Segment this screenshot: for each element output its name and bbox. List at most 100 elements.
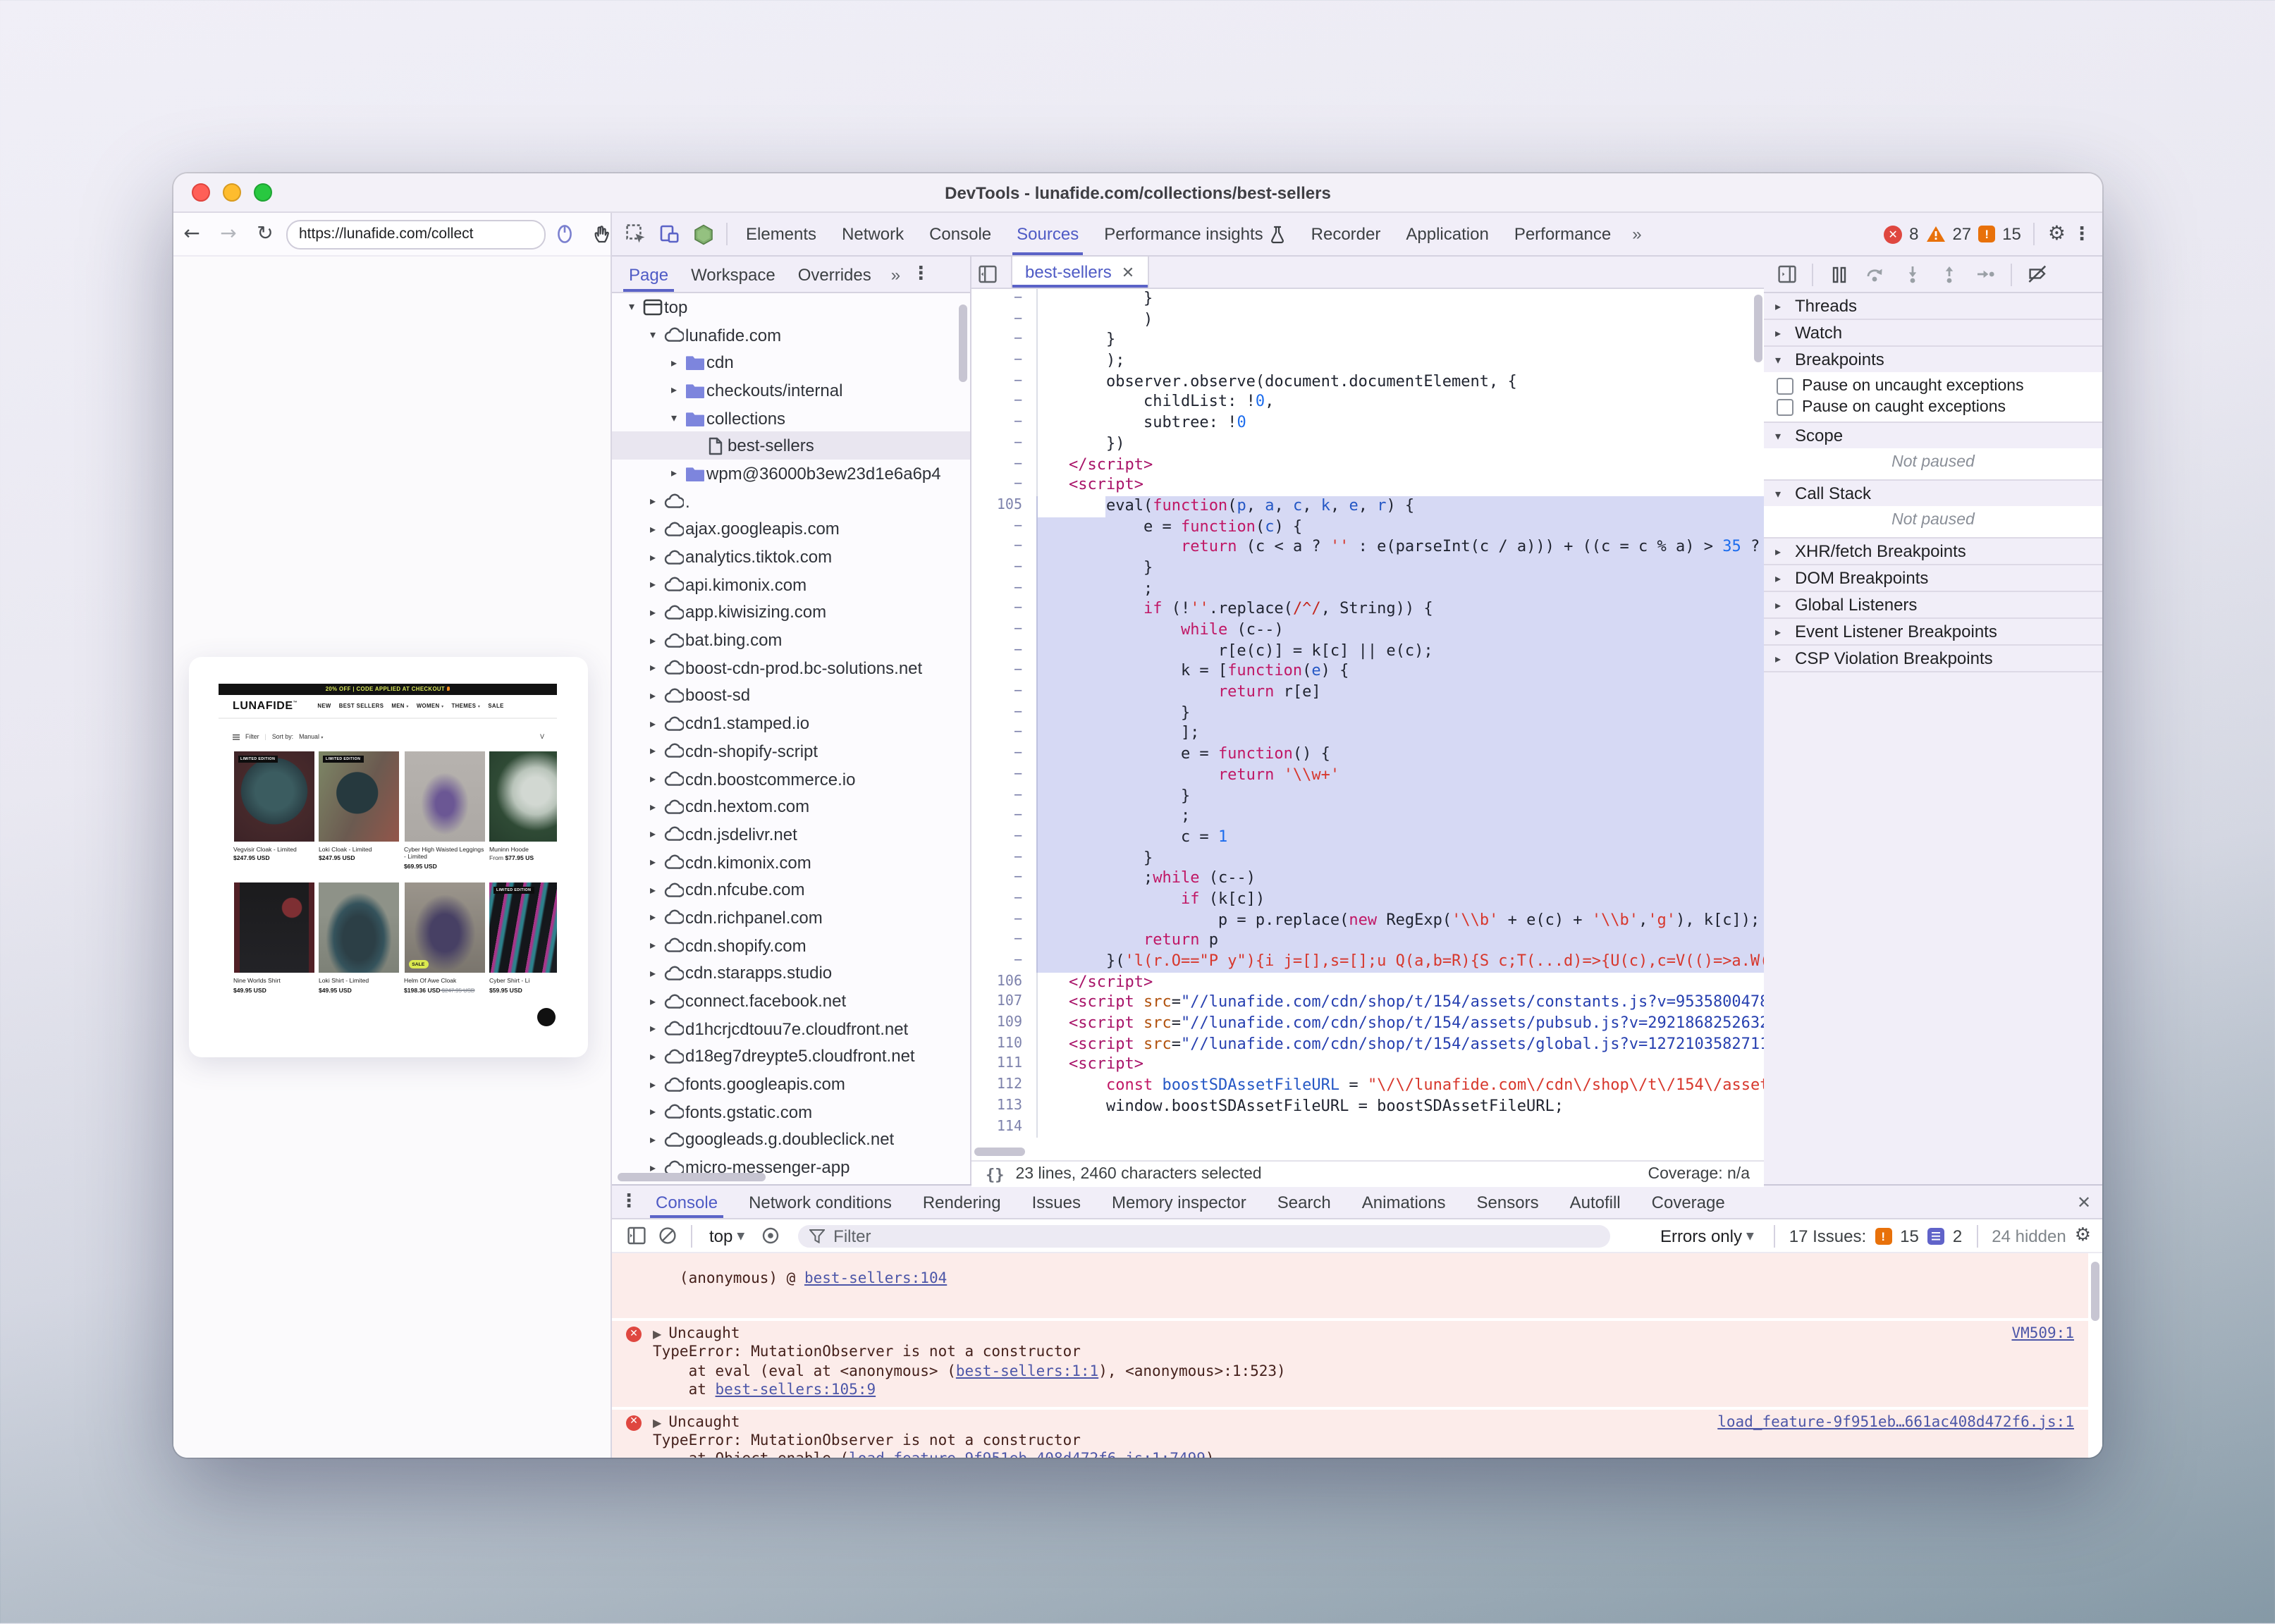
expander-icon[interactable]: ▾ bbox=[644, 328, 661, 341]
drawer-tab-memory-inspector[interactable]: Memory inspector bbox=[1096, 1186, 1262, 1218]
line-number[interactable]: − bbox=[971, 455, 1036, 475]
node-icon[interactable] bbox=[687, 217, 720, 251]
tree-item-cdn-boostcommerce-io[interactable]: ▸cdn.boostcommerce.io bbox=[612, 765, 970, 792]
expander-icon[interactable]: ▸ bbox=[644, 967, 661, 980]
pause-script-icon[interactable] bbox=[1822, 257, 1856, 291]
tree-item-cdn1-stamped-io[interactable]: ▸cdn1.stamped.io bbox=[612, 710, 970, 737]
expander-icon[interactable]: ▸ bbox=[644, 773, 661, 785]
line-number[interactable]: − bbox=[971, 682, 1036, 703]
expander-icon[interactable]: ▸ bbox=[666, 384, 682, 397]
tree-item-cdn-richpanel-com[interactable]: ▸cdn.richpanel.com bbox=[612, 904, 970, 931]
tree-item-googleads-g-doubleclick-net[interactable]: ▸googleads.g.doubleclick.net bbox=[612, 1126, 970, 1153]
expand-icon[interactable]: ▶ bbox=[653, 1328, 661, 1341]
nav-new[interactable]: NEW bbox=[317, 702, 331, 709]
tree-item-d18eg7dreypte5-cloudfront-net[interactable]: ▸d18eg7dreypte5.cloudfront.net bbox=[612, 1042, 970, 1070]
file-tab-best-sellers[interactable]: best-sellers ✕ bbox=[1011, 257, 1148, 288]
expander-icon[interactable]: ▸ bbox=[644, 523, 661, 536]
code-area[interactable]: − }− )− }− );− observer.observe(document… bbox=[971, 289, 1764, 1143]
line-number[interactable]: − bbox=[971, 517, 1036, 537]
message-source-link[interactable]: load_feature-9f951eb…661ac408d472f6.js:1 bbox=[1717, 1413, 2074, 1432]
line-number[interactable]: 114 bbox=[971, 1117, 1036, 1138]
line-number[interactable]: − bbox=[971, 848, 1036, 868]
drawer-tab-animations[interactable]: Animations bbox=[1347, 1186, 1461, 1218]
forward-button[interactable]: → bbox=[210, 223, 247, 245]
line-number[interactable]: − bbox=[971, 413, 1036, 433]
line-number[interactable]: − bbox=[971, 475, 1036, 496]
line-number[interactable]: 107 bbox=[971, 993, 1036, 1014]
clear-console-icon[interactable] bbox=[654, 1219, 680, 1253]
expander-icon[interactable]: ▸ bbox=[644, 550, 661, 563]
nav-men[interactable]: MEN ▾ bbox=[391, 702, 409, 709]
line-number[interactable]: − bbox=[971, 828, 1036, 848]
line-number[interactable]: − bbox=[971, 289, 1036, 309]
editor-vertical-scrollbar[interactable] bbox=[1754, 295, 1762, 362]
tree-item-fonts-gstatic-com[interactable]: ▸fonts.gstatic.com bbox=[612, 1098, 970, 1126]
drawer-tab-sensors[interactable]: Sensors bbox=[1461, 1186, 1555, 1218]
expander-icon[interactable]: ▸ bbox=[644, 662, 661, 675]
checkbox[interactable] bbox=[1777, 398, 1793, 415]
line-number[interactable]: − bbox=[971, 309, 1036, 330]
section-header-event-listener-breakpoints[interactable]: ▸Event Listener Breakpoints bbox=[1764, 619, 2102, 644]
step-into-icon[interactable] bbox=[1895, 257, 1929, 291]
tree-item-wpm-36000b3ew23d1e6a6p4[interactable]: ▸wpm@36000b3ew23d1e6a6p4 bbox=[612, 460, 970, 487]
line-number[interactable]: − bbox=[971, 869, 1036, 890]
sort-select[interactable]: Manual ▾ bbox=[299, 733, 323, 740]
source-link[interactable]: best-sellers:105:9 bbox=[716, 1382, 876, 1398]
tree-item-checkouts-internal[interactable]: ▸checkouts/internal bbox=[612, 376, 970, 404]
expander-icon[interactable]: ▸ bbox=[644, 745, 661, 758]
checkbox[interactable] bbox=[1777, 377, 1793, 394]
product-card-vegvisir-cloak-limited[interactable]: LIMITED EDITIONVegvisir Cloak - Limited$… bbox=[233, 751, 314, 869]
navigator-horizontal-scrollbar[interactable] bbox=[618, 1173, 766, 1181]
tree-item-lunafide-com[interactable]: ▾lunafide.com bbox=[612, 321, 970, 348]
line-number[interactable]: 112 bbox=[971, 1076, 1036, 1096]
line-number[interactable]: − bbox=[971, 703, 1036, 724]
section-header-breakpoints[interactable]: ▾Breakpoints bbox=[1764, 347, 2102, 372]
line-number[interactable]: − bbox=[971, 620, 1036, 641]
line-number[interactable]: − bbox=[971, 393, 1036, 413]
window-titlebar[interactable]: DevTools - lunafide.com/collections/best… bbox=[173, 173, 2102, 213]
checkbox-row-pause-on-uncaught-exceptions[interactable]: Pause on uncaught exceptions bbox=[1764, 375, 2102, 396]
line-number[interactable]: − bbox=[971, 724, 1036, 744]
line-number[interactable]: − bbox=[971, 786, 1036, 806]
line-number[interactable]: − bbox=[971, 890, 1036, 910]
tab-elements[interactable]: Elements bbox=[733, 213, 829, 255]
expander-icon[interactable]: ▸ bbox=[666, 467, 682, 480]
tree-item-cdn-kimonix-com[interactable]: ▸cdn.kimonix.com bbox=[612, 849, 970, 876]
tree-item-cdn-shopify-com[interactable]: ▸cdn.shopify.com bbox=[612, 932, 970, 959]
step-over-icon[interactable] bbox=[1858, 257, 1892, 291]
toggle-debugger-panel-icon[interactable] bbox=[1770, 257, 1803, 291]
toggle-console-sidebar-icon[interactable] bbox=[623, 1219, 649, 1253]
drawer-tab-network-conditions[interactable]: Network conditions bbox=[733, 1186, 907, 1218]
tree-item-collections[interactable]: ▾collections bbox=[612, 405, 970, 432]
issues-badge-icon[interactable]: ! bbox=[1875, 1227, 1891, 1244]
navigator-tab-overrides[interactable]: Overrides bbox=[787, 257, 883, 292]
expand-icon[interactable]: ▶ bbox=[653, 1416, 661, 1429]
line-number[interactable]: − bbox=[971, 579, 1036, 599]
product-card-loki-cloak-limited[interactable]: LIMITED EDITIONLoki Cloak - Limited$247.… bbox=[319, 751, 399, 869]
line-number[interactable]: − bbox=[971, 910, 1036, 930]
mouse-icon[interactable] bbox=[546, 224, 582, 244]
line-number[interactable]: 105 bbox=[971, 496, 1036, 517]
warning-count-icon[interactable] bbox=[1925, 226, 1945, 242]
product-card-cyber-shirt-li[interactable]: LIMITED EDITIONCyber Shirt - Li$59.95 US… bbox=[489, 882, 557, 993]
issues-badge2-icon[interactable] bbox=[1927, 1227, 1944, 1244]
error-count-icon[interactable]: ✕ bbox=[1884, 225, 1902, 243]
line-number[interactable]: − bbox=[971, 558, 1036, 579]
line-number[interactable]: − bbox=[971, 806, 1036, 827]
expander-icon[interactable]: ▸ bbox=[644, 995, 661, 1007]
navigator-tab-page[interactable]: Page bbox=[618, 257, 680, 292]
drawer-tab-search[interactable]: Search bbox=[1262, 1186, 1347, 1218]
section-header-threads[interactable]: ▸Threads bbox=[1764, 293, 2102, 319]
drawer-tab-coverage[interactable]: Coverage bbox=[1636, 1186, 1741, 1218]
more-tabs-icon[interactable]: » bbox=[1624, 224, 1650, 244]
product-card-muninn-hoode[interactable]: Muninn HoodeFrom $77.95 US bbox=[489, 751, 557, 869]
expander-icon[interactable]: ▸ bbox=[644, 939, 661, 952]
line-number[interactable]: − bbox=[971, 931, 1036, 952]
source-link[interactable]: best-sellers:104 bbox=[804, 1270, 947, 1287]
section-header-xhr-fetch-breakpoints[interactable]: ▸XHR/fetch Breakpoints bbox=[1764, 539, 2102, 564]
section-header-dom-breakpoints[interactable]: ▸DOM Breakpoints bbox=[1764, 565, 2102, 591]
navigator-menu-icon[interactable]: ⋮ bbox=[912, 264, 930, 285]
expander-icon[interactable]: ▸ bbox=[666, 356, 682, 369]
source-link[interactable]: best-sellers:1:1 bbox=[956, 1363, 1098, 1380]
tree-item-d1hcrjcdtouu7e-cloudfront-net[interactable]: ▸d1hcrjcdtouu7e.cloudfront.net bbox=[612, 1015, 970, 1042]
